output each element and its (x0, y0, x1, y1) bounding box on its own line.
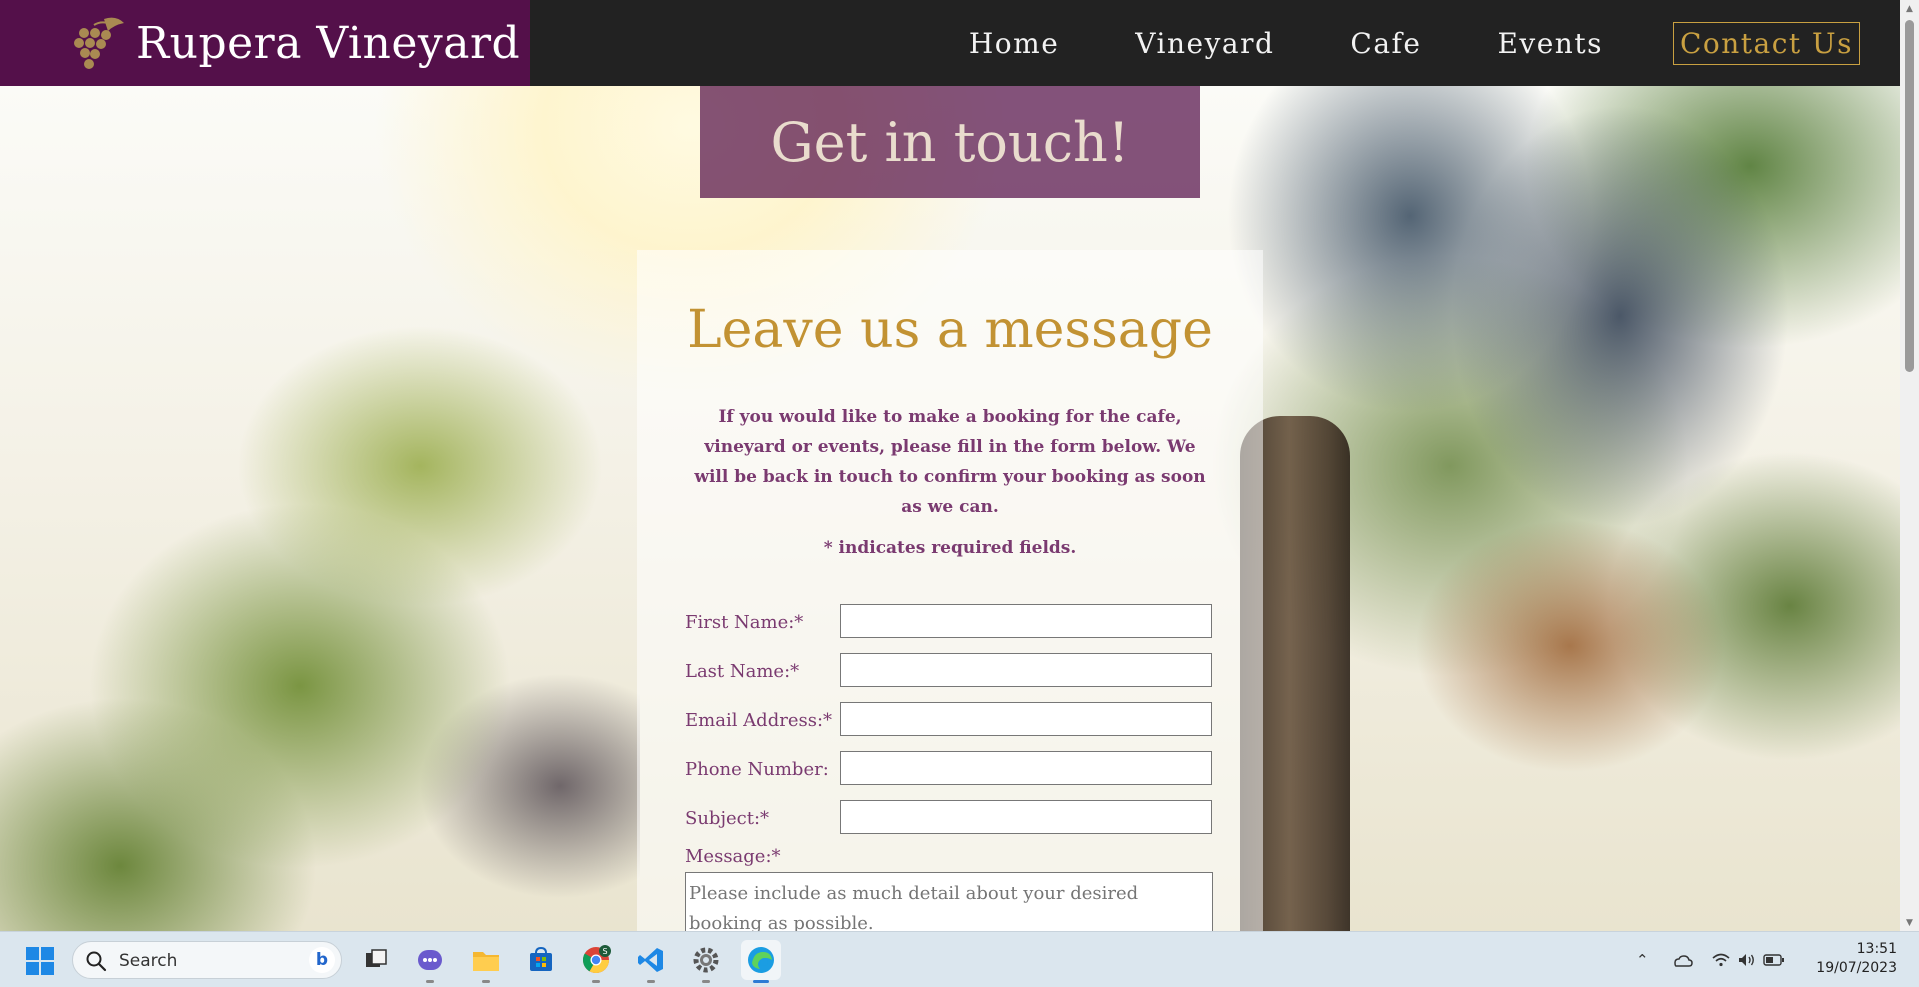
battery-icon[interactable] (1762, 953, 1785, 967)
scroll-thumb[interactable] (1905, 20, 1914, 372)
last-name-label: Last Name:* (685, 661, 800, 682)
grapevine-foliage-left (0, 266, 640, 931)
contact-form-panel: Leave us a message If you would like to … (637, 250, 1263, 952)
microsoft-store-icon[interactable] (521, 940, 561, 980)
grape-logo-icon (74, 17, 124, 69)
main-nav: Home Vineyard Cafe Events Contact Us (893, 0, 1860, 86)
clock-time: 13:51 (1856, 941, 1897, 957)
taskbar-clock[interactable]: 13:51 19/07/2023 (1816, 940, 1897, 978)
edge-icon[interactable] (741, 940, 781, 983)
email-row: Email Address:* (685, 702, 1215, 740)
chevron-up-icon[interactable]: ⌃ (1636, 951, 1649, 969)
hero-title-banner: Get in touch! (700, 86, 1200, 198)
subject-input[interactable] (840, 800, 1212, 834)
nav-home[interactable]: Home (969, 27, 1059, 60)
page-scrollbar[interactable]: ▲ ▼ (1900, 0, 1919, 931)
chrome-icon[interactable]: S (576, 940, 616, 983)
phone-row: Phone Number: (685, 751, 1215, 789)
svg-text:S: S (602, 947, 607, 956)
active-indicator (753, 980, 769, 983)
first-name-input[interactable] (840, 604, 1212, 638)
email-input[interactable] (840, 702, 1212, 736)
volume-icon[interactable] (1737, 952, 1757, 968)
search-icon (86, 951, 107, 972)
first-name-label: First Name:* (685, 612, 804, 633)
message-label: Message:* (685, 846, 781, 867)
phone-label: Phone Number: (685, 759, 829, 780)
running-indicator (482, 980, 490, 983)
subject-label: Subject:* (685, 808, 770, 829)
running-indicator (426, 980, 434, 983)
teams-chat-icon[interactable] (410, 940, 450, 983)
running-indicator (592, 980, 600, 983)
nav-cafe[interactable]: Cafe (1350, 27, 1421, 60)
windows-taskbar: Search b S ⌃ 13:51 19/07/2023 (0, 931, 1919, 987)
clock-date: 19/07/2023 (1816, 960, 1897, 976)
site-header: Rupera Vineyard Home Vineyard Cafe Event… (0, 0, 1900, 86)
brand-name: Rupera Vineyard (136, 17, 521, 69)
last-name-input[interactable] (840, 653, 1212, 687)
required-fields-note: * indicates required fields. (823, 538, 1077, 558)
task-view-icon[interactable] (356, 940, 396, 980)
nav-events[interactable]: Events (1497, 27, 1602, 60)
search-placeholder: Search (119, 951, 178, 971)
file-explorer-icon[interactable] (466, 940, 506, 983)
form-intro-text: If you would like to make a booking for … (694, 407, 1206, 517)
phone-input[interactable] (840, 751, 1212, 785)
bing-icon[interactable]: b (309, 947, 335, 973)
running-indicator (647, 980, 655, 983)
last-name-row: Last Name:* (685, 653, 1215, 691)
email-label: Email Address:* (685, 710, 833, 731)
page-title: Get in touch! (770, 110, 1130, 174)
onedrive-cloud-icon[interactable] (1671, 952, 1693, 968)
vscode-icon[interactable] (631, 940, 671, 983)
nav-vineyard[interactable]: Vineyard (1135, 27, 1274, 60)
windows-start-icon[interactable] (26, 947, 54, 975)
subject-row: Subject:* (685, 800, 1215, 838)
wifi-icon[interactable] (1711, 952, 1731, 968)
first-name-row: First Name:* (685, 604, 1215, 642)
brand-logo-link[interactable]: Rupera Vineyard (0, 0, 530, 86)
scroll-down-arrow-icon[interactable]: ▼ (1900, 914, 1919, 931)
nav-contact-us[interactable]: Contact Us (1672, 21, 1860, 65)
form-heading: Leave us a message (687, 300, 1213, 360)
scroll-up-arrow-icon[interactable]: ▲ (1900, 0, 1919, 17)
settings-icon[interactable] (686, 940, 726, 983)
running-indicator (702, 980, 710, 983)
system-tray: ⌃ (1636, 932, 1785, 987)
taskbar-search[interactable]: Search b (72, 941, 342, 979)
